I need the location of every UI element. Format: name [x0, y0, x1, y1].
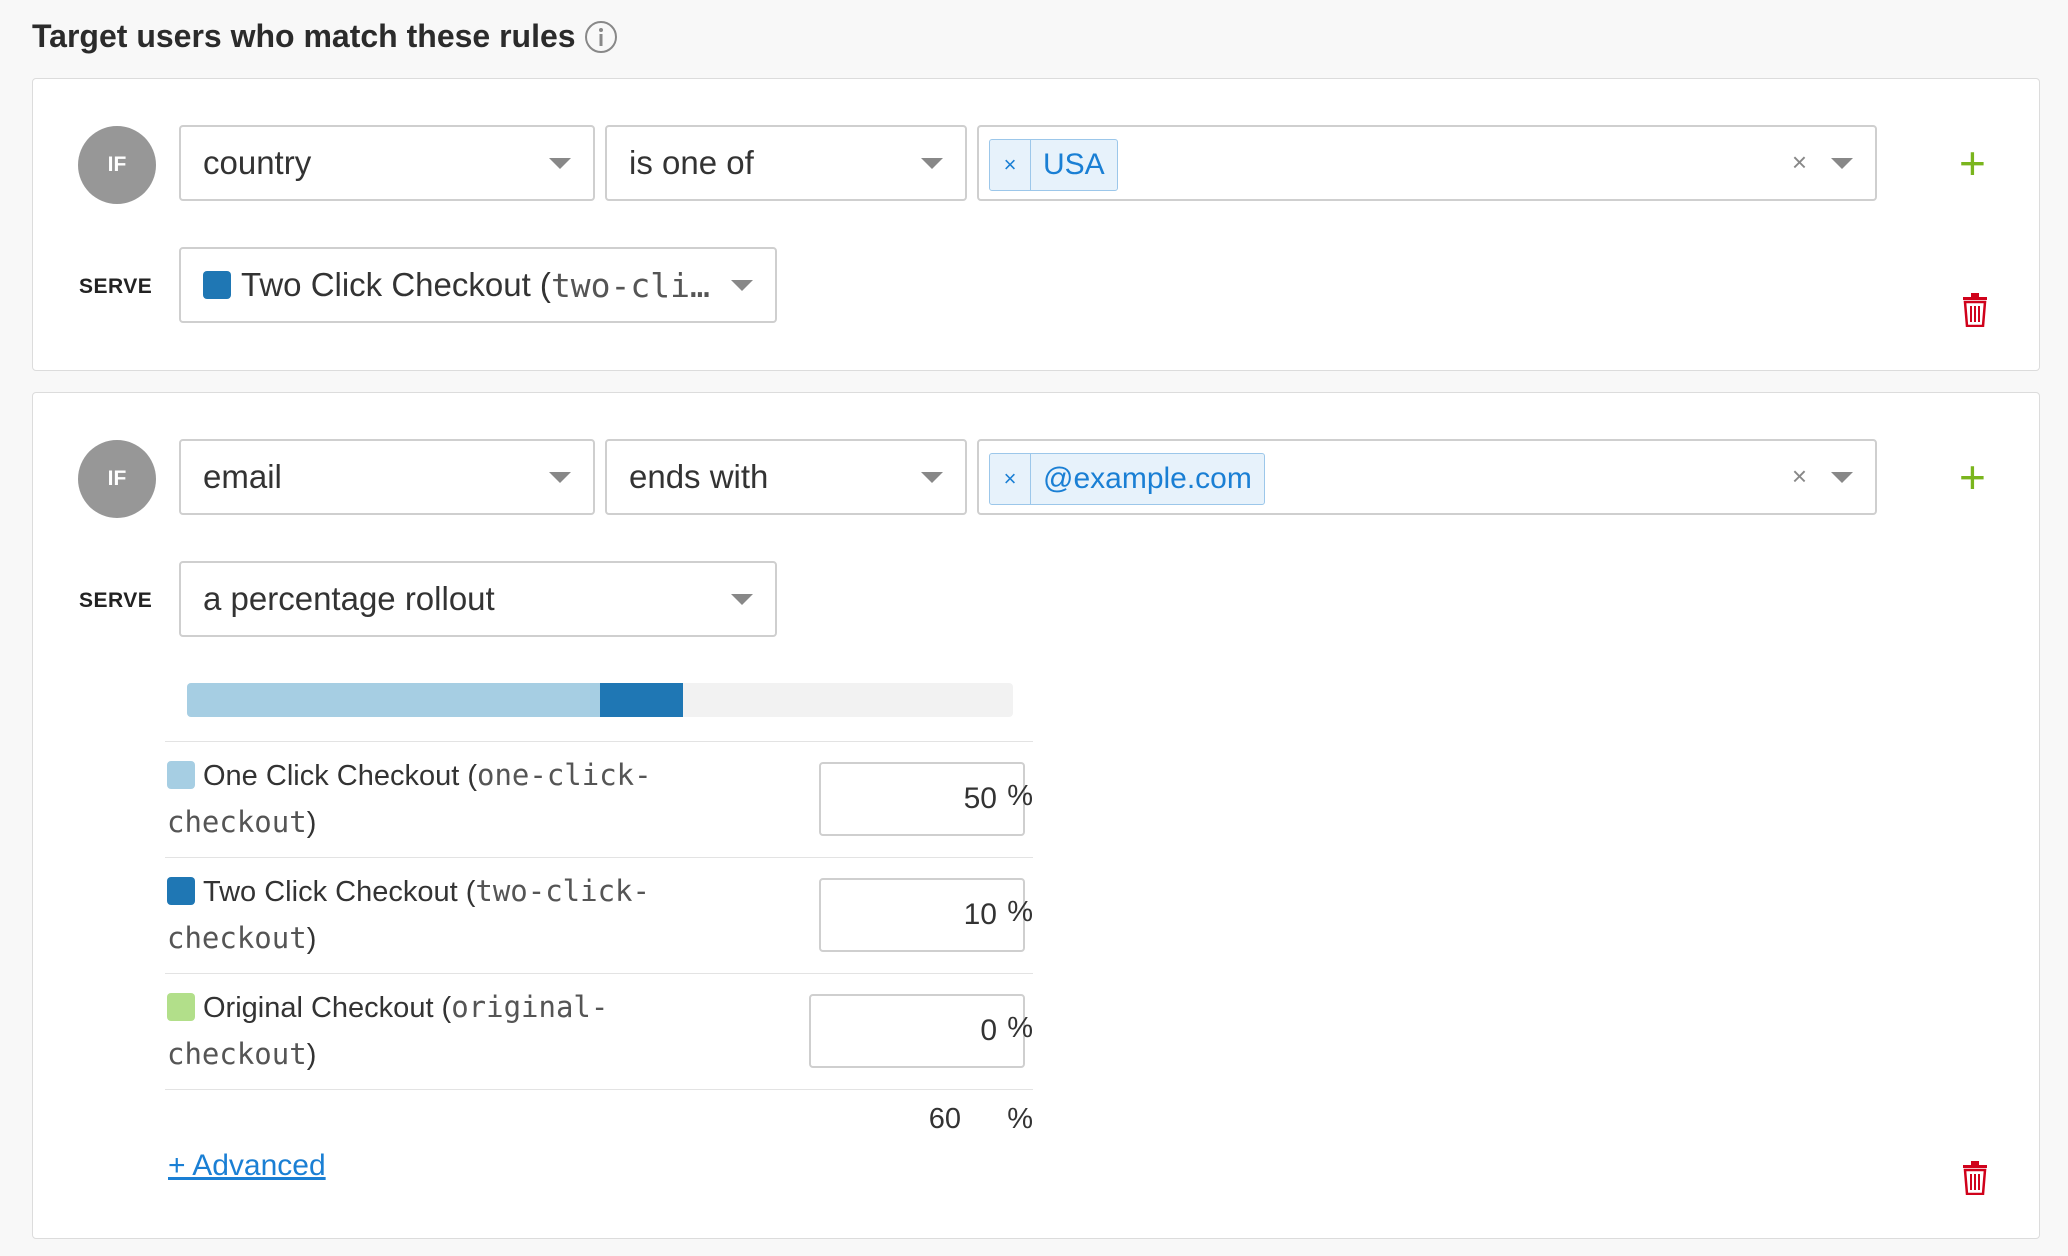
values-multiselect[interactable]: × USA × — [977, 125, 1877, 201]
percent-input[interactable]: 50 — [819, 762, 1025, 836]
serve-select[interactable]: Two Click Checkout (two-cli… — [179, 247, 777, 323]
values-multiselect[interactable]: × @example.com × — [977, 439, 1877, 515]
serve-select[interactable]: a percentage rollout — [179, 561, 777, 637]
rollout-total: 60 — [928, 1103, 961, 1135]
variation-key: one-click- — [477, 758, 652, 792]
serve-variation-name: Two Click Checkout ( — [241, 266, 551, 303]
variation-key: checkout — [167, 805, 307, 839]
clear-icon[interactable]: × — [1792, 147, 1807, 178]
rollout-row: One Click Checkout (one-click-checkout) … — [165, 741, 1033, 858]
rollout-row: Two Click Checkout (two-click-checkout) … — [165, 857, 1033, 974]
variation-color-swatch — [167, 761, 195, 789]
attribute-select[interactable]: email — [179, 439, 595, 515]
chevron-down-icon — [921, 472, 943, 483]
chevron-down-icon — [921, 158, 943, 169]
advanced-link[interactable]: + Advanced — [168, 1149, 326, 1183]
chevron-down-icon[interactable] — [1831, 158, 1853, 169]
trash-icon — [1963, 1161, 1987, 1196]
chevron-down-icon — [549, 472, 571, 483]
chevron-down-icon — [731, 280, 753, 291]
rollout-row: Original Checkout (original-checkout) 0 … — [165, 973, 1033, 1090]
operator-select[interactable]: ends with — [605, 439, 967, 515]
operator-value: ends with — [629, 458, 769, 495]
targeting-rule-1: IF country is one of × USA × + SERVE Two… — [32, 78, 2040, 371]
variation-label: Two Click Checkout (two-click-checkout) — [167, 868, 687, 962]
value-tag-label: @example.com — [1043, 462, 1252, 495]
chevron-down-icon[interactable] — [1831, 472, 1853, 483]
rollout-distribution-bar — [187, 683, 1013, 717]
serve-label: SERVE — [79, 589, 153, 612]
delete-rule-button[interactable] — [1961, 1161, 1989, 1200]
add-clause-button[interactable]: + — [1959, 140, 1986, 186]
variation-key: two-click- — [475, 874, 650, 908]
variation-paren: ) — [306, 1039, 317, 1071]
variation-name: One Click Checkout ( — [203, 760, 477, 792]
chevron-down-icon — [731, 594, 753, 605]
chevron-down-icon — [549, 158, 571, 169]
variation-paren: ) — [306, 923, 317, 955]
rollout-bar-segment — [187, 683, 600, 717]
operator-value: is one of — [629, 144, 754, 181]
percent-sign: % — [1007, 1103, 1033, 1135]
variation-key: checkout — [167, 921, 307, 955]
variation-paren: ) — [306, 807, 317, 839]
variation-label: One Click Checkout (one-click-checkout) — [167, 752, 687, 846]
section-heading: Target users who match these rules — [32, 18, 618, 55]
info-icon[interactable] — [584, 20, 618, 54]
add-clause-button[interactable]: + — [1959, 454, 1986, 500]
remove-tag-icon[interactable]: × — [990, 140, 1031, 190]
value-tag-label: USA — [1043, 148, 1105, 181]
attribute-select[interactable]: country — [179, 125, 595, 201]
percent-sign: % — [1007, 1012, 1033, 1044]
value-tag: × USA — [989, 139, 1118, 191]
variation-color-swatch — [167, 877, 195, 905]
variation-name: Two Click Checkout ( — [203, 876, 476, 908]
targeting-rule-2: IF email ends with × @example.com × + SE… — [32, 392, 2040, 1239]
value-tag: × @example.com — [989, 453, 1265, 505]
variation-label: Original Checkout (original-checkout) — [167, 984, 687, 1078]
percent-input[interactable]: 0 — [809, 994, 1025, 1068]
rollout-total-row: 60 % — [165, 1103, 1033, 1143]
variation-name: Original Checkout ( — [203, 992, 452, 1024]
remove-tag-icon[interactable]: × — [990, 454, 1031, 504]
if-badge: IF — [78, 440, 156, 518]
serve-label: SERVE — [79, 275, 153, 298]
trash-icon — [1963, 293, 1987, 328]
percent-sign: % — [1007, 896, 1033, 928]
delete-rule-button[interactable] — [1961, 293, 1989, 332]
operator-select[interactable]: is one of — [605, 125, 967, 201]
rollout-divider — [165, 1089, 1033, 1090]
if-badge: IF — [78, 126, 156, 204]
serve-variation-key: two-cli… — [550, 265, 710, 305]
attribute-value: country — [203, 144, 312, 181]
percent-sign: % — [1007, 780, 1033, 812]
percent-input[interactable]: 10 — [819, 878, 1025, 952]
serve-option-value: a percentage rollout — [203, 580, 495, 617]
attribute-value: email — [203, 458, 282, 495]
variation-key: original- — [451, 990, 609, 1024]
page-title: Target users who match these rules — [32, 18, 576, 54]
clear-icon[interactable]: × — [1792, 461, 1807, 492]
variation-color-swatch — [203, 271, 231, 299]
variation-key: checkout — [167, 1037, 307, 1071]
variation-color-swatch — [167, 993, 195, 1021]
rollout-bar-segment — [600, 683, 683, 717]
